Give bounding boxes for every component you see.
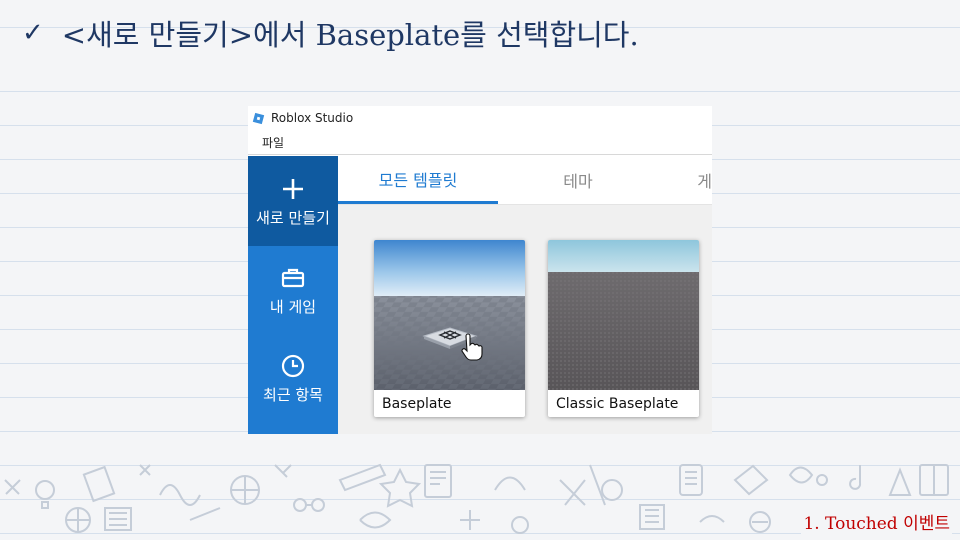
tab-game[interactable]: 게 xyxy=(658,156,712,204)
classic-baseplate-thumbnail xyxy=(548,240,699,390)
window-title: Roblox Studio xyxy=(271,111,354,125)
roblox-studio-window: Roblox Studio 파일 새로 만들기 내 게임 최근 항목 모든 템플… xyxy=(248,106,712,434)
sidebar-item-label: 내 게임 xyxy=(269,297,317,316)
slide-footer-label: 1. Touched 이벤트 xyxy=(801,509,952,534)
window-titlebar: Roblox Studio xyxy=(248,106,712,130)
briefcase-icon xyxy=(281,264,305,292)
sidebar-item-recent[interactable]: 최근 항목 xyxy=(248,334,338,422)
menu-item-file[interactable]: 파일 xyxy=(262,134,284,151)
sidebar-item-label: 최근 항목 xyxy=(263,385,323,404)
start-sidebar: 새로 만들기 내 게임 최근 항목 xyxy=(248,156,338,434)
templates-panel: 모든 템플릿 테마 게 Baseplate Classic Baseplate xyxy=(338,156,712,434)
clock-icon xyxy=(280,352,306,380)
baseplate-thumbnail xyxy=(374,240,525,390)
tab-all-templates[interactable]: 모든 템플릿 xyxy=(338,156,498,204)
template-name: Baseplate xyxy=(382,395,452,412)
tab-theme[interactable]: 테마 xyxy=(498,156,658,204)
menu-bar: 파일 xyxy=(248,130,712,155)
template-name: Classic Baseplate xyxy=(556,395,679,412)
slide-title: ✓ <새로 만들기>에서 Baseplate를 선택합니다. xyxy=(22,8,639,58)
plus-icon xyxy=(281,175,305,203)
template-card-classic-baseplate[interactable]: Classic Baseplate xyxy=(548,240,699,417)
template-card-baseplate[interactable]: Baseplate xyxy=(374,240,525,417)
slide-title-text: <새로 만들기>에서 Baseplate를 선택합니다. xyxy=(61,18,639,52)
sidebar-item-my-games[interactable]: 내 게임 xyxy=(248,246,338,334)
sidebar-item-new[interactable]: 새로 만들기 xyxy=(248,156,338,246)
check-icon: ✓ xyxy=(22,18,44,48)
roblox-studio-logo-icon xyxy=(251,111,265,125)
template-tabs: 모든 템플릿 테마 게 xyxy=(338,156,712,205)
sidebar-item-label: 새로 만들기 xyxy=(256,208,330,227)
